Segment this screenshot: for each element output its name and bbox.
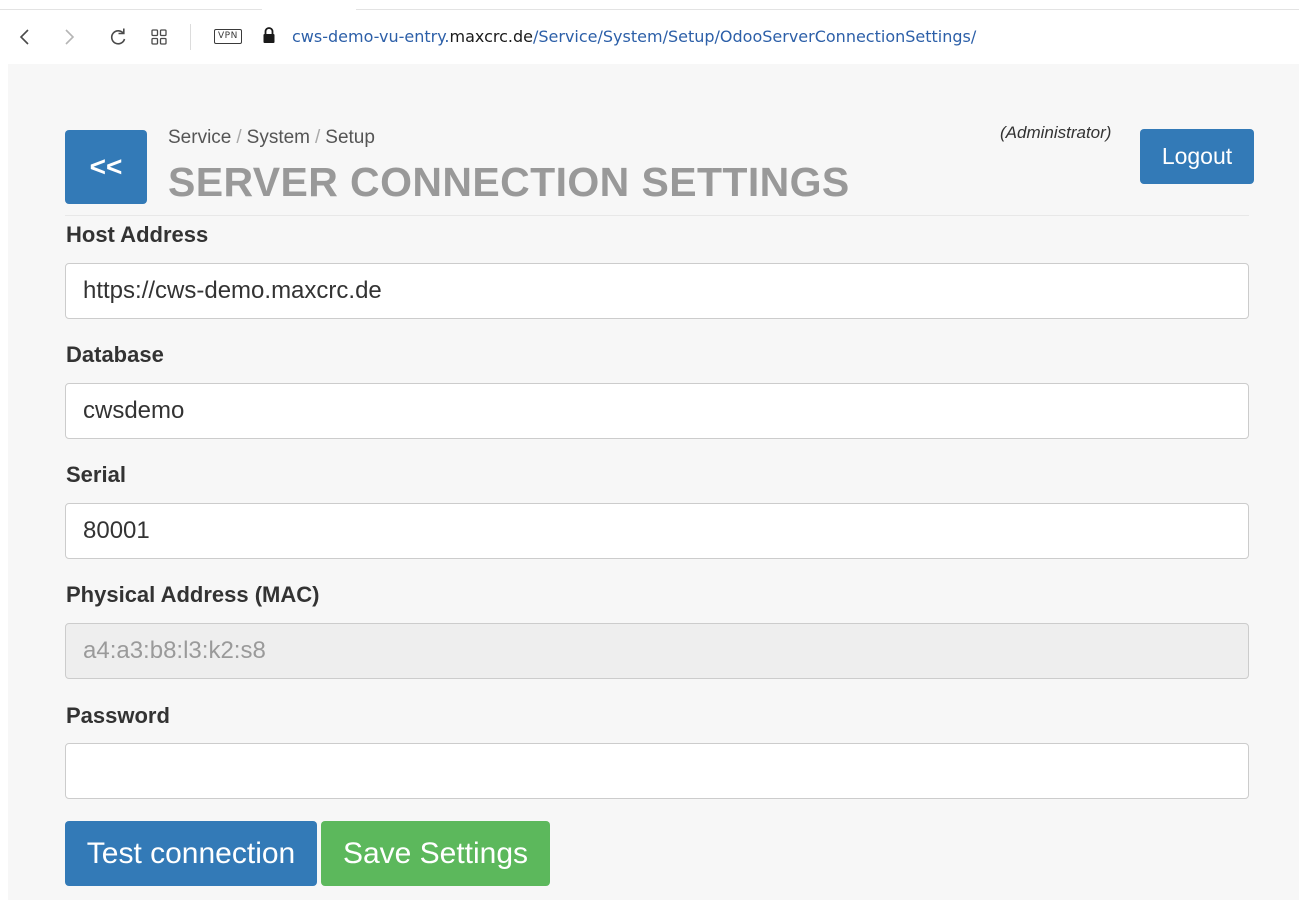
toolbar-divider — [190, 24, 191, 50]
active-tab-gap — [262, 8, 356, 11]
reload-icon[interactable] — [105, 24, 131, 50]
save-settings-button[interactable]: Save Settings — [321, 821, 550, 886]
breadcrumb: Service / System / Setup — [168, 127, 375, 149]
speed-dial-grid-icon[interactable] — [146, 24, 172, 50]
logout-button[interactable]: Logout — [1140, 129, 1254, 184]
database-input[interactable] — [65, 383, 1249, 439]
password-label: Password — [66, 703, 170, 728]
url-prefix: cws-demo-vu-entry. — [292, 27, 450, 46]
back-button[interactable]: << — [65, 130, 147, 204]
password-input[interactable] — [65, 743, 1249, 799]
user-role-label: (Administrator) — [1000, 123, 1112, 142]
page-title: SERVER CONNECTION SETTINGS — [168, 159, 850, 205]
url-host: maxcrc.de — [449, 27, 533, 46]
serial-input[interactable] — [65, 503, 1249, 559]
breadcrumb-item-setup[interactable]: Setup — [325, 127, 375, 148]
forward-arrow-icon[interactable] — [56, 24, 82, 50]
serial-label: Serial — [66, 462, 126, 487]
mac-address-label: Physical Address (MAC) — [66, 582, 320, 607]
header-divider — [65, 215, 1249, 216]
back-arrow-icon[interactable] — [12, 24, 38, 50]
test-connection-button[interactable]: Test connection — [65, 821, 317, 886]
database-label: Database — [66, 342, 164, 367]
breadcrumb-separator: / — [236, 127, 242, 148]
lock-icon[interactable] — [262, 26, 276, 44]
breadcrumb-separator: / — [315, 127, 321, 148]
page-body: << Service / System / Setup SERVER CONNECTIO… — [8, 64, 1299, 900]
vpn-badge[interactable]: VPN — [214, 29, 242, 44]
breadcrumb-item-system[interactable]: System — [247, 127, 310, 148]
browser-toolbar: VPN cws-demo-vu-entry.maxcrc.de/Service/… — [0, 0, 1299, 64]
address-bar[interactable]: cws-demo-vu-entry.maxcrc.de/Service/Syst… — [292, 27, 976, 47]
host-address-input[interactable] — [65, 263, 1249, 319]
mac-address-input — [65, 623, 1249, 679]
tab-strip-divider — [0, 9, 1299, 10]
host-address-label: Host Address — [66, 222, 209, 247]
breadcrumb-item-service[interactable]: Service — [168, 127, 231, 148]
url-path: /Service/System/Setup/OdooServerConnecti… — [532, 27, 977, 46]
